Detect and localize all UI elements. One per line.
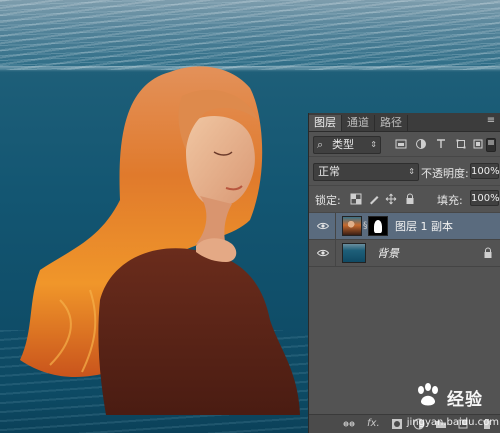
filter-toggle-switch[interactable] <box>486 138 496 152</box>
layer-thumbnail[interactable] <box>342 216 362 236</box>
opacity-input[interactable]: 100% <box>470 163 500 179</box>
baidu-paw-logo-icon <box>418 383 438 406</box>
adjustment-filter-icon[interactable] <box>415 138 427 150</box>
filter-kind-label: 类型 <box>332 138 354 151</box>
lock-all-icon[interactable] <box>404 193 416 205</box>
updown-arrow-icon: ⇕ <box>408 167 415 176</box>
layer-row-background[interactable]: 背景 <box>309 240 500 267</box>
lock-icon <box>484 247 492 258</box>
layer-mask-thumbnail[interactable] <box>368 216 388 236</box>
panel-menu-icon[interactable]: ≡ <box>485 115 497 127</box>
lock-transparent-pixels-icon[interactable] <box>350 193 362 205</box>
row-separator <box>335 240 336 266</box>
row-separator <box>335 213 336 239</box>
visibility-eye-icon[interactable] <box>317 222 329 230</box>
image-filter-icon[interactable] <box>395 138 407 150</box>
layer-row-copy[interactable]: § 图层 1 副本 <box>309 213 500 240</box>
smart-object-filter-icon[interactable] <box>472 138 484 150</box>
shape-filter-icon[interactable] <box>455 138 467 150</box>
layer-thumbnail[interactable] <box>342 243 366 263</box>
tab-layers[interactable]: 图层 <box>309 115 342 131</box>
text-filter-icon[interactable] <box>435 138 447 150</box>
blend-opacity-row: 正常 ⇕ 不透明度: 100% <box>309 157 500 186</box>
tab-paths[interactable]: 路径 <box>375 115 408 131</box>
opacity-label: 不透明度: <box>421 167 469 180</box>
layer-name[interactable]: 图层 1 副本 <box>395 218 453 234</box>
layer-filter-row: ⌕ 类型 ⇕ <box>309 132 500 157</box>
baidu-jingyan-watermark: 经验 jingyan.baidu.com <box>407 383 500 433</box>
updown-arrow-icon: ⇕ <box>370 140 377 149</box>
fill-label: 填充: <box>437 194 463 207</box>
search-icon: ⌕ <box>317 138 324 151</box>
watermark-url: jingyan.baidu.com <box>406 417 499 428</box>
lock-label: 锁定: <box>315 194 341 207</box>
visibility-eye-icon[interactable] <box>317 249 329 257</box>
panel-tabbar: 图层 通道 路径 ≡ <box>309 113 500 132</box>
filter-kind-select[interactable]: ⌕ 类型 ⇕ <box>313 136 381 154</box>
tab-channels[interactable]: 通道 <box>342 115 375 131</box>
watermark-name: 经验 <box>447 390 483 410</box>
lock-position-icon[interactable] <box>385 193 397 205</box>
lock-image-pixels-icon[interactable] <box>368 193 380 205</box>
blend-mode-value: 正常 <box>318 165 340 178</box>
layer-name[interactable]: 背景 <box>377 245 399 261</box>
fill-input[interactable]: 100% <box>470 190 500 206</box>
lock-fill-row: 锁定: 填充: 100% <box>309 186 500 213</box>
blend-mode-select[interactable]: 正常 ⇕ <box>313 163 419 181</box>
